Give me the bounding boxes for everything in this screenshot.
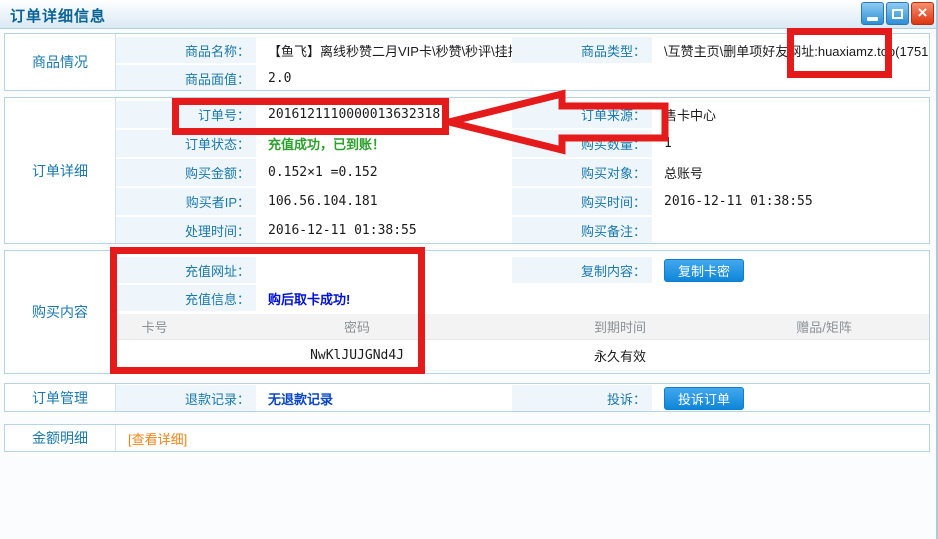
buy-time-row: 购买时间： 2016-12-11 01:38:55 [512, 188, 929, 215]
process-time-label: 处理时间： [116, 217, 256, 243]
password-cell: NwKlJUJGNd4J [193, 348, 521, 363]
product-type-value: \互赞主页\删单项好友网址:huaxiamz.top(17517 [652, 37, 929, 63]
order-amount-label: 购买金额： [116, 159, 256, 186]
order-detail-section: 订单详细 订单号： 2016121110000013632318 订单状态： 充… [4, 97, 930, 244]
buy-remark-row: 购买备注： [512, 217, 929, 243]
product-name-label: 商品名称： [116, 37, 256, 63]
close-button[interactable]: × [911, 2, 934, 25]
password-header: 密码 [193, 317, 521, 336]
buyer-ip-label: 购买者IP： [116, 188, 256, 215]
order-status-value: 充值成功，已到账！ [256, 130, 385, 157]
close-icon: × [918, 4, 928, 21]
copy-card-button[interactable]: 复制卡密 [664, 259, 744, 282]
gift-header: 赠品/矩阵 [719, 317, 929, 336]
order-source-label: 订单来源： [512, 101, 652, 128]
titlebar: 订单详细信息 × [0, 0, 936, 29]
product-info-section: 商品情况 商品名称： 【鱼飞】离线秒赞二月VIP卡\秒赞\秒评\挂挂 商品类型：… [4, 33, 930, 91]
view-detail-link[interactable]: [查看详细] [128, 429, 187, 448]
product-face-row: 商品面值： 2.0 [116, 65, 929, 90]
buy-qty-label: 购买数量： [512, 130, 652, 157]
card-table-header: 卡号 密码 到期时间 赠品/矩阵 [116, 314, 929, 340]
buy-target-row: 购买对象： 总账号 [512, 159, 929, 186]
order-right-column: 订单来源： 售卡中心 购买数量： 1 购买对象： 总账号 购买时间： 2016-… [512, 101, 929, 243]
expire-cell: 永久有效 [521, 346, 719, 365]
section-title-amount: 金额明细 [5, 425, 116, 451]
buy-target-label: 购买对象： [512, 159, 652, 186]
maximize-icon [892, 9, 903, 19]
buyer-ip-value: 106.56.104.181 [256, 188, 378, 215]
process-time-value: 2016-12-11 01:38:55 [256, 217, 417, 243]
expire-header: 到期时间 [521, 317, 719, 336]
buy-qty-value: 1 [652, 130, 672, 157]
recharge-url-row: 充值网址： 复制内容： 复制卡密 [116, 257, 929, 283]
card-table-row: NwKlJUJGNd4J 永久有效 [116, 340, 929, 371]
amount-detail-section: 金额明细 [查看详细] [4, 424, 930, 452]
window-controls: × [861, 2, 934, 25]
product-name-row: 商品名称： 【鱼飞】离线秒赞二月VIP卡\秒赞\秒评\挂挂 商品类型： \互赞主… [116, 37, 929, 63]
recharge-info-label: 充值信息： [116, 285, 256, 311]
copy-content-label: 复制内容： [512, 257, 652, 283]
recharge-info-row: 充值信息： 购后取卡成功! [116, 285, 929, 311]
section-title-product: 商品情况 [5, 34, 116, 90]
buy-time-value: 2016-12-11 01:38:55 [652, 188, 813, 215]
maximize-button[interactable] [886, 2, 909, 25]
buy-remark-label: 购买备注： [512, 217, 652, 243]
card-no-header: 卡号 [116, 317, 193, 336]
order-amount-row: 购买金额： 0.152×1 =0.152 [116, 159, 512, 186]
complaint-label: 投诉： [512, 385, 652, 411]
refund-row: 退款记录： 无退款记录 投诉： 投诉订单 [116, 385, 929, 411]
buy-time-label: 购买时间： [512, 188, 652, 215]
buy-remark-value [652, 217, 664, 243]
refund-value: 无退款记录 [256, 385, 512, 411]
order-detail-window: 订单详细信息 × 商品情况 商品名称： 【鱼飞】离线秒赞二月VIP卡\秒赞\秒评… [0, 0, 938, 539]
order-source-value: 售卡中心 [652, 101, 716, 128]
complaint-order-button[interactable]: 投诉订单 [664, 387, 744, 410]
recharge-url-label: 充值网址： [116, 257, 256, 283]
refund-label: 退款记录： [116, 385, 256, 411]
product-type-label: 商品类型： [512, 37, 652, 63]
order-amount-value: 0.152×1 =0.152 [256, 159, 378, 186]
order-source-row: 订单来源： 售卡中心 [512, 101, 929, 128]
order-ip-row: 购买者IP： 106.56.104.181 [116, 188, 512, 215]
process-time-row: 处理时间： 2016-12-11 01:38:55 [116, 217, 512, 243]
minimize-icon [867, 17, 878, 21]
product-face-value: 2.0 [256, 65, 512, 90]
order-left-column: 订单号： 2016121110000013632318 订单状态： 充值成功，已… [116, 101, 512, 243]
recharge-url-value [256, 257, 512, 283]
order-no-row: 订单号： 2016121110000013632318 [116, 101, 512, 128]
buy-target-value: 总账号 [652, 159, 703, 186]
buy-qty-row: 购买数量： 1 [512, 130, 929, 157]
order-no-label: 订单号： [116, 101, 256, 128]
order-manage-section: 订单管理 退款记录： 无退款记录 投诉： 投诉订单 [4, 383, 930, 412]
product-face-label: 商品面值： [116, 65, 256, 90]
order-status-label: 订单状态： [116, 130, 256, 157]
order-status-row: 订单状态： 充值成功，已到账！ [116, 130, 512, 157]
window-title: 订单详细信息 [10, 5, 106, 26]
section-title-order: 订单详细 [5, 98, 116, 243]
recharge-info-value: 购后取卡成功! [256, 285, 350, 311]
order-no-value: 2016121110000013632318 [256, 101, 440, 128]
section-title-purchase: 购买内容 [5, 251, 116, 373]
minimize-button[interactable] [861, 2, 884, 25]
purchase-content-section: 购买内容 充值网址： 复制内容： 复制卡密 充值信息： 购后取卡成功! 卡号 密… [4, 250, 930, 374]
section-title-manage: 订单管理 [5, 384, 116, 411]
product-name-value: 【鱼飞】离线秒赞二月VIP卡\秒赞\秒评\挂挂 [256, 37, 512, 63]
